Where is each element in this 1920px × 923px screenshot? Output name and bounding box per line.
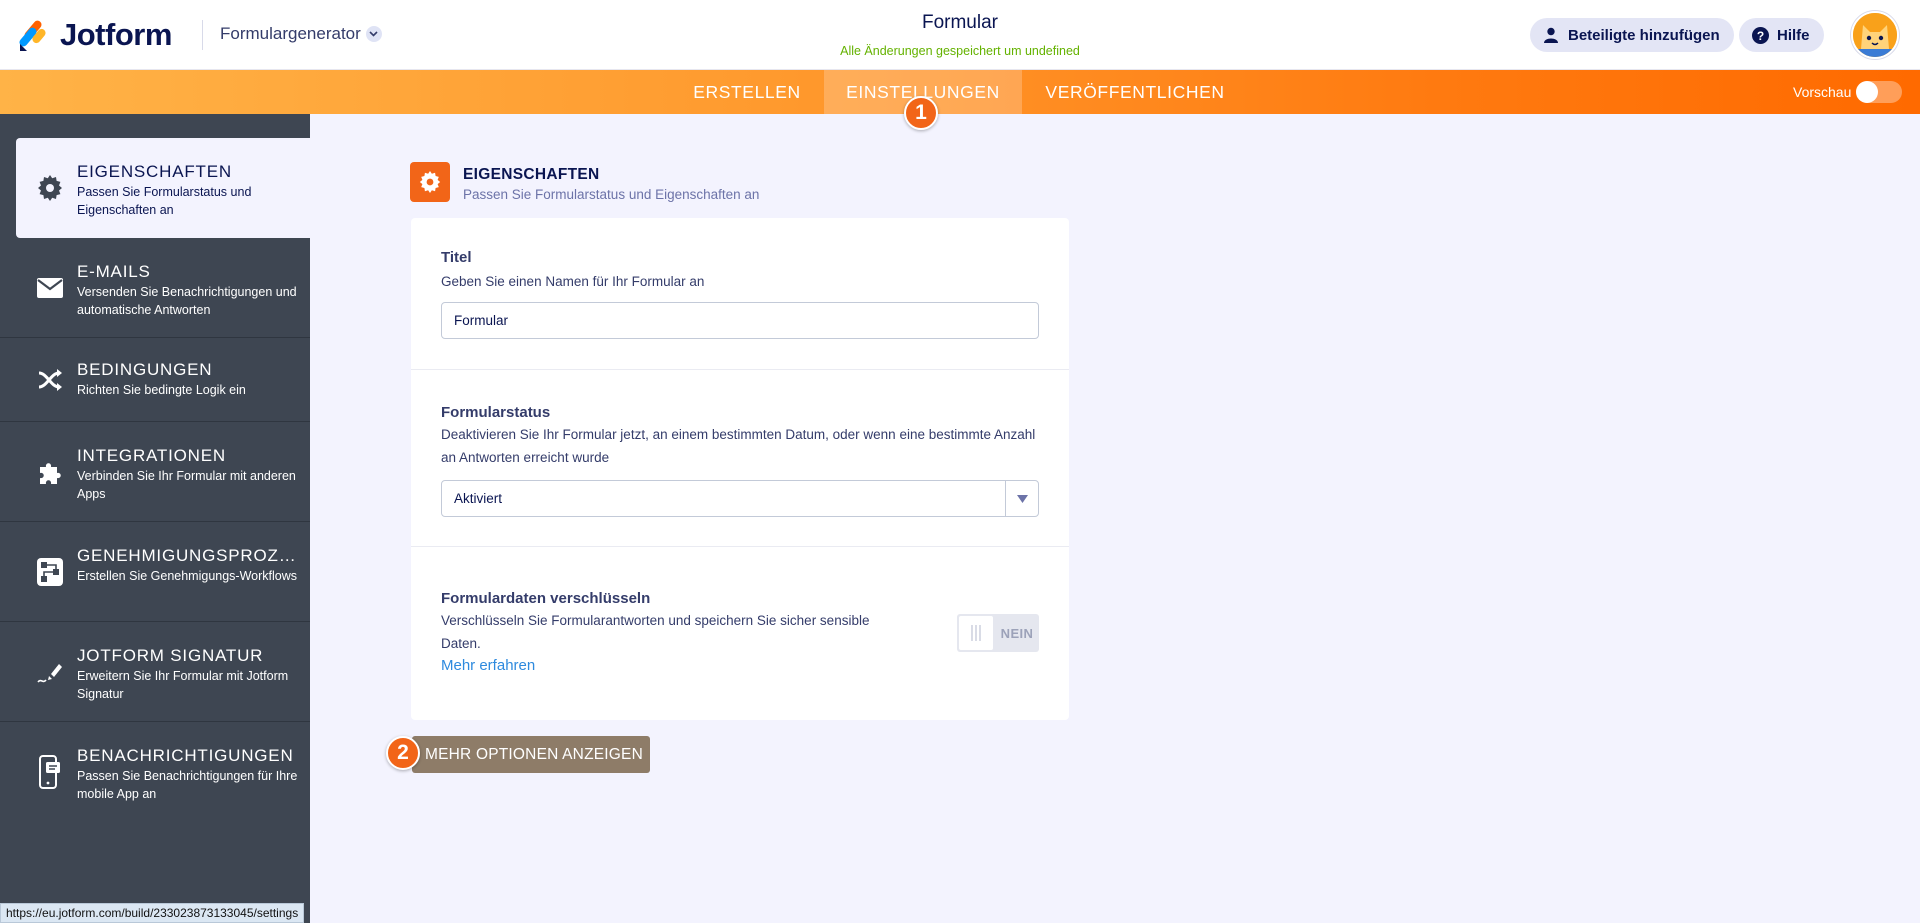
logo-text: Jotform (60, 17, 172, 52)
sidebar-item-notifications[interactable]: BENACHRICHTIGUNGEN Passen Sie Benachrich… (0, 722, 310, 822)
tab-publish[interactable]: VERÖFFENTLICHEN (1030, 70, 1240, 114)
sidebar-item-conditions[interactable]: BEDINGUNGEN Richten Sie bedingte Logik e… (0, 338, 310, 422)
gear-icon (36, 174, 64, 202)
preview-toggle[interactable] (1856, 81, 1902, 103)
sidebar-item-title: JOTFORM SIGNATUR (77, 646, 264, 665)
phone-icon (36, 755, 64, 789)
form-builder-dropdown[interactable]: Formulargenerator (220, 24, 382, 44)
step-badge-1: 1 (904, 96, 938, 130)
title-field-desc: Geben Sie einen Namen für Ihr Formular a… (441, 274, 705, 289)
sidebar-item-approvals[interactable]: GENEHMIGUNGSPROZES... Erstellen Sie Gene… (0, 522, 310, 622)
sidebar-item-title: BEDINGUNGEN (77, 360, 213, 379)
encrypt-field-desc: Verschlüsseln Sie Formularantworten und … (441, 613, 870, 651)
preview-toggle-knob (1856, 81, 1878, 103)
step-badge-2: 2 (386, 736, 420, 770)
help-label: Hilfe (1777, 26, 1810, 44)
browser-status-url: https://eu.jotform.com/build/23302387313… (0, 903, 305, 923)
sidebar-item-properties[interactable]: EIGENSCHAFTEN Passen Sie Formularstatus … (16, 138, 310, 238)
pen-icon (36, 658, 64, 686)
status-field-desc: Deaktivieren Sie Ihr Formular jetzt, an … (441, 427, 1036, 465)
sidebar-item-desc: Passen Sie Benachrichtigungen für Ihre m… (77, 769, 298, 801)
gear-icon (410, 162, 450, 202)
field-divider (411, 369, 1069, 370)
section-title: EIGENSCHAFTEN (463, 166, 600, 183)
sidebar-item-desc: Erstellen Sie Genehmigungs-Workflows (77, 569, 298, 583)
jotform-logo-icon (18, 18, 50, 52)
top-bar: Jotform Formulargenerator Formular Alle … (0, 0, 1920, 70)
status-select-value: Aktiviert (454, 491, 503, 506)
sidebar-item-integrations[interactable]: INTEGRATIONEN Verbinden Sie Ihr Formular… (0, 422, 310, 522)
shuffle-icon (36, 366, 64, 394)
encrypt-toggle[interactable]: NEIN (957, 614, 1039, 652)
flow-icon (36, 558, 64, 586)
title-field-label: Titel (441, 249, 472, 266)
jotform-logo[interactable]: Jotform (18, 17, 172, 53)
envelope-icon (36, 274, 64, 302)
header-divider (202, 20, 203, 50)
add-collaborators-button[interactable]: Beteiligte hinzufügen (1530, 18, 1734, 52)
learn-more-link[interactable]: Mehr erfahren (441, 657, 535, 674)
user-avatar[interactable] (1851, 11, 1899, 59)
properties-card: Titel Geben Sie einen Namen für Ihr Form… (411, 218, 1069, 720)
field-divider (411, 546, 1069, 547)
form-builder-label: Formulargenerator (220, 24, 361, 43)
add-collaborators-label: Beteiligte hinzufügen (1568, 26, 1720, 44)
sidebar-item-title: BENACHRICHTIGUNGEN (77, 746, 294, 765)
main-nav: ERSTELLEN EINSTELLUNGEN VERÖFFENTLICHEN … (0, 70, 1920, 114)
user-icon (1542, 26, 1560, 44)
title-input[interactable]: Formular (441, 302, 1039, 339)
sidebar-item-desc: Verbinden Sie Ihr Formular mit anderen A… (77, 469, 296, 501)
sidebar-item-title: INTEGRATIONEN (77, 446, 226, 465)
chevron-down-icon (365, 26, 382, 42)
encrypt-field-label: Formulardaten verschlüsseln (441, 590, 651, 607)
sidebar-item-title: E-MAILS (77, 262, 151, 281)
help-button[interactable]: ? Hilfe (1739, 18, 1824, 52)
preview-label: Vorschau (1793, 84, 1852, 100)
sidebar-item-desc: Versenden Sie Benachrichtigungen und aut… (77, 285, 297, 317)
status-field-label: Formularstatus (441, 404, 551, 421)
puzzle-icon (36, 458, 64, 486)
grip-icon (959, 616, 993, 650)
sidebar-item-desc: Richten Sie bedingte Logik ein (77, 383, 246, 397)
section-subtitle: Passen Sie Formularstatus und Eigenschaf… (463, 187, 760, 202)
question-icon: ? (1751, 26, 1769, 44)
sidebar-item-emails[interactable]: E-MAILS Versenden Sie Benachrichtigungen… (0, 238, 310, 338)
sidebar-item-title: GENEHMIGUNGSPROZES... (77, 546, 302, 565)
svg-text:?: ? (1756, 29, 1763, 43)
sidebar-item-desc: Erweitern Sie Ihr Formular mit Jotform S… (77, 669, 289, 701)
encrypt-toggle-label: NEIN (1000, 625, 1034, 641)
show-more-options-button[interactable]: MEHR OPTIONEN ANZEIGEN (412, 736, 650, 773)
sidebar-item-desc: Passen Sie Formularstatus und Eigenschaf… (77, 185, 252, 217)
sidebar-item-title: EIGENSCHAFTEN (77, 162, 232, 181)
caret-down-icon (1005, 481, 1038, 516)
tab-build[interactable]: ERSTELLEN (678, 70, 816, 114)
status-select[interactable]: Aktiviert (441, 480, 1039, 517)
sidebar-item-signature[interactable]: JOTFORM SIGNATUR Erweitern Sie Ihr Formu… (0, 622, 310, 722)
